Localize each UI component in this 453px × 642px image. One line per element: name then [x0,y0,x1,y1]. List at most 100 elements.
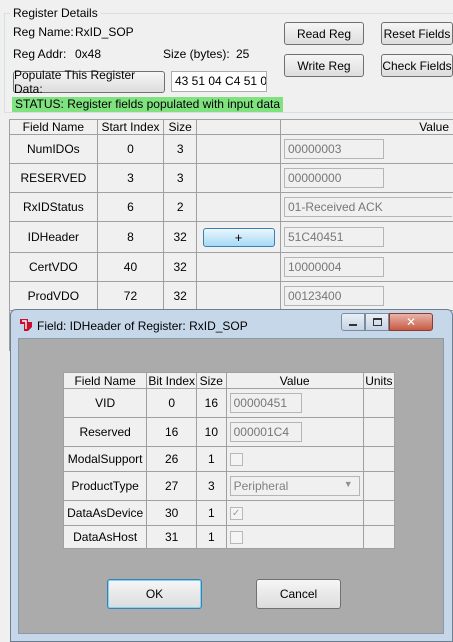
size-cell: 32 [163,221,198,253]
value-cell: ✓ [225,500,364,526]
table-row: RxIDStatus 6 2 01-Received ACK [9,192,453,222]
bit-index-cell: 27 [146,471,198,501]
field-name-cell: RESERVED [9,163,98,193]
header-value: Value [279,119,453,135]
table-row: Reserved 16 10 000001C4 [62,417,396,447]
start-index-cell: 6 [96,192,165,222]
expand-idheader-button[interactable]: + [202,227,275,247]
value-field[interactable]: 00000003 [283,139,384,159]
units-cell [362,500,396,526]
close-button[interactable]: ✕ [389,313,433,331]
table-row: NumIDOs 0 3 00000003 [9,134,453,164]
header-bit-index: Bit Index [146,372,198,389]
start-index-cell: 3 [96,163,165,193]
table-row: RESERVED 3 3 00000000 [9,163,453,193]
value-field[interactable]: 00000000 [283,168,384,188]
check-fields-button[interactable]: Check Fields [381,54,453,77]
table-row: ProdVDO 72 32 00123400 [9,281,453,311]
header-size: Size [196,372,227,389]
data-as-host-checkbox[interactable] [229,531,243,545]
read-reg-button[interactable]: Read Reg [284,22,364,45]
size-bytes-label: Size (bytes): [163,47,230,61]
maximize-icon [372,318,382,326]
action-cell [196,192,281,222]
data-as-device-checkbox[interactable]: ✓ [229,507,243,521]
size-cell: 32 [163,281,198,311]
field-name-cell: DataAsHost [62,525,148,549]
header-field-name: Field Name [9,119,98,135]
header-size: Size [163,119,198,135]
table-header-row: Field Name Start Index Size Value [9,119,453,135]
minimize-button[interactable] [341,313,365,331]
reg-name-label: Reg Name: [13,25,74,39]
value-cell: 01-Received ACK [279,192,453,222]
table-row: IDHeader 8 32 + 51C40451 [9,221,453,253]
start-index-cell: 0 [96,134,165,164]
reg-addr-value: 0x48 [75,47,102,61]
table-row: CertVDO 40 32 10000004 [9,252,453,282]
value-field[interactable]: 51C40451 [283,227,384,247]
field-name-cell: IDHeader [9,221,98,253]
cancel-button[interactable]: Cancel [256,579,341,609]
field-name-cell: ModalSupport [62,446,148,472]
size-bytes-value: 25 [236,47,250,61]
populate-register-button[interactable]: Populate This Register Data: [13,68,165,96]
size-cell: 1 [196,446,227,472]
table-row: VID 0 16 00000451 [62,388,396,418]
header-value: Value [225,372,364,389]
value-cell: Peripheral ▼ [225,471,364,501]
action-cell: + [196,221,281,253]
bit-index-cell: 30 [146,500,198,526]
bit-index-cell: 0 [146,388,198,418]
product-type-dropdown[interactable]: Peripheral ▼ [229,476,360,496]
value-cell: 00123400 [279,281,453,311]
value-cell: 00000451 [225,388,364,418]
modal-support-checkbox[interactable] [229,453,243,467]
table-header-row: Field Name Bit Index Size Value Units [62,372,396,389]
start-index-cell: 72 [96,281,165,311]
value-field[interactable]: 10000004 [283,257,384,277]
units-cell [362,417,396,447]
header-units: Units [362,372,396,389]
action-cell [196,252,281,282]
units-cell [362,388,396,418]
value-cell: 10000004 [279,252,453,282]
chevron-down-icon: ▼ [343,479,353,489]
field-name-cell: RxIDStatus [9,192,98,222]
value-cell [225,525,364,549]
reserved-value-field[interactable]: 000001C4 [229,422,302,442]
field-name-cell: DataAsDevice [62,500,148,526]
value-cell: 000001C4 [225,417,364,447]
action-cell [196,281,281,311]
action-cell [196,163,281,193]
value-cell [225,446,364,472]
populate-data-input[interactable]: 43 51 04 C4 51 04 0 [171,71,267,92]
ok-button[interactable]: OK [107,579,202,609]
bit-index-cell: 31 [146,525,198,549]
maximize-button[interactable] [365,313,389,331]
field-bits-table: Field Name Bit Index Size Value Units VI… [62,372,396,549]
vid-value-field[interactable]: 00000451 [229,393,302,413]
units-cell [362,525,396,549]
action-cell [196,134,281,164]
reset-fields-button[interactable]: Reset Fields [381,22,453,45]
reg-addr-label: Reg Addr: [13,47,67,61]
bit-index-cell: 16 [146,417,198,447]
write-reg-button[interactable]: Write Reg [284,54,364,77]
bit-index-cell: 26 [146,446,198,472]
minimize-icon [349,324,357,326]
reg-name-value: RxID_SOP [75,25,134,39]
value-cell: 00000000 [279,163,453,193]
value-field[interactable]: 00123400 [283,286,384,306]
size-cell: 16 [196,388,227,418]
table-row: DataAsHost 31 1 [62,525,396,549]
header-field-name: Field Name [62,372,148,389]
size-cell: 10 [196,417,227,447]
rx-status-combo[interactable]: 01-Received ACK [283,197,452,217]
table-row: ProductType 27 3 Peripheral ▼ [62,471,396,501]
size-cell: 3 [163,163,198,193]
close-icon: ✕ [405,315,417,329]
field-name-cell: CertVDO [9,252,98,282]
dialog-title: Field: IDHeader of Register: RxID_SOP [37,319,248,333]
ti-logo-icon [20,319,32,331]
